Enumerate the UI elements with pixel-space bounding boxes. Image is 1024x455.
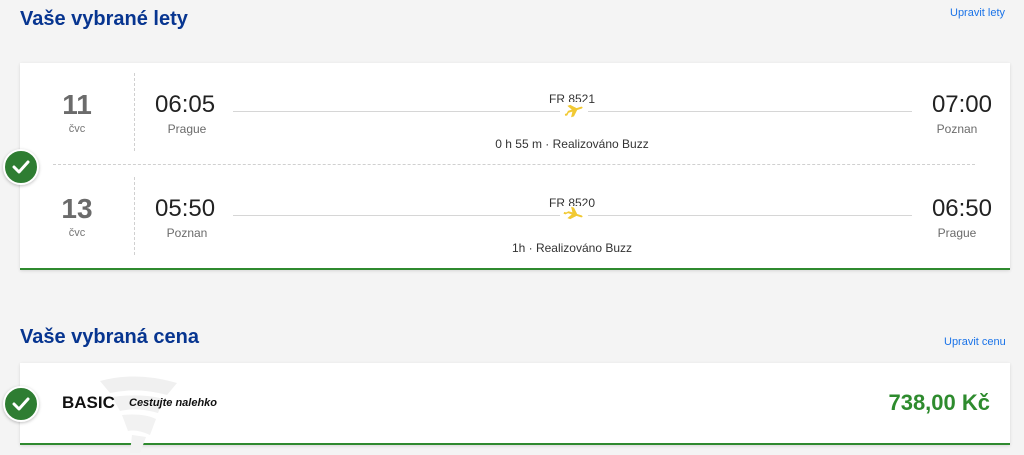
departure-time: 06:05 (155, 91, 216, 118)
arrival-time: 06:50 (931, 195, 992, 222)
fare-name: BASIC (62, 393, 115, 412)
flight-day: 13 (61, 193, 93, 224)
flight-day: 11 (62, 89, 92, 120)
check-circle-icon (3, 149, 39, 185)
plane-icon (560, 206, 588, 224)
flight-row-return[interactable]: 13 čvc 05:50 Poznan FR 8520 1h · Realizo… (20, 177, 1010, 255)
edit-flights-link[interactable]: Upravit lety (950, 7, 1005, 19)
flight-row-outbound[interactable]: 11 čvc 06:05 Prague FR 8521 0 h 55 m · R… (20, 73, 1010, 151)
flights-section-title: Vaše vybrané lety (20, 8, 188, 30)
flight-month: čvc (68, 227, 86, 239)
edit-fare-link[interactable]: Upravit cenu (944, 336, 1006, 348)
departure-city: Prague (167, 122, 207, 136)
arrival-time: 07:00 (931, 91, 992, 118)
check-circle-icon (3, 386, 39, 422)
ryanair-harp-logo (100, 376, 177, 453)
fare-card: BASIC Cestujte nalehko 738,00 Kč (20, 363, 1010, 453)
flight-divider (53, 164, 975, 165)
flight-month: čvc (68, 123, 86, 135)
plane-icon (560, 102, 588, 120)
flights-card: 11 čvc 06:05 Prague FR 8521 0 h 55 m · R… (20, 63, 1010, 270)
arrival-city: Prague (937, 226, 977, 240)
flight-duration: 1h · Realizováno Buzz (511, 241, 633, 255)
flight-date: 13 čvc (20, 177, 135, 255)
fare-tagline: Cestujte nalehko (129, 397, 218, 409)
fare-section-title: Vaše vybraná cena (20, 326, 200, 348)
fare-price: 738,00 Kč (888, 390, 990, 415)
departure-city: Poznan (166, 226, 208, 240)
flight-duration: 0 h 55 m · Realizováno Buzz (495, 137, 649, 151)
arrival-city: Poznan (936, 122, 978, 136)
departure-time: 05:50 (155, 195, 216, 222)
flight-date: 11 čvc (20, 73, 135, 151)
